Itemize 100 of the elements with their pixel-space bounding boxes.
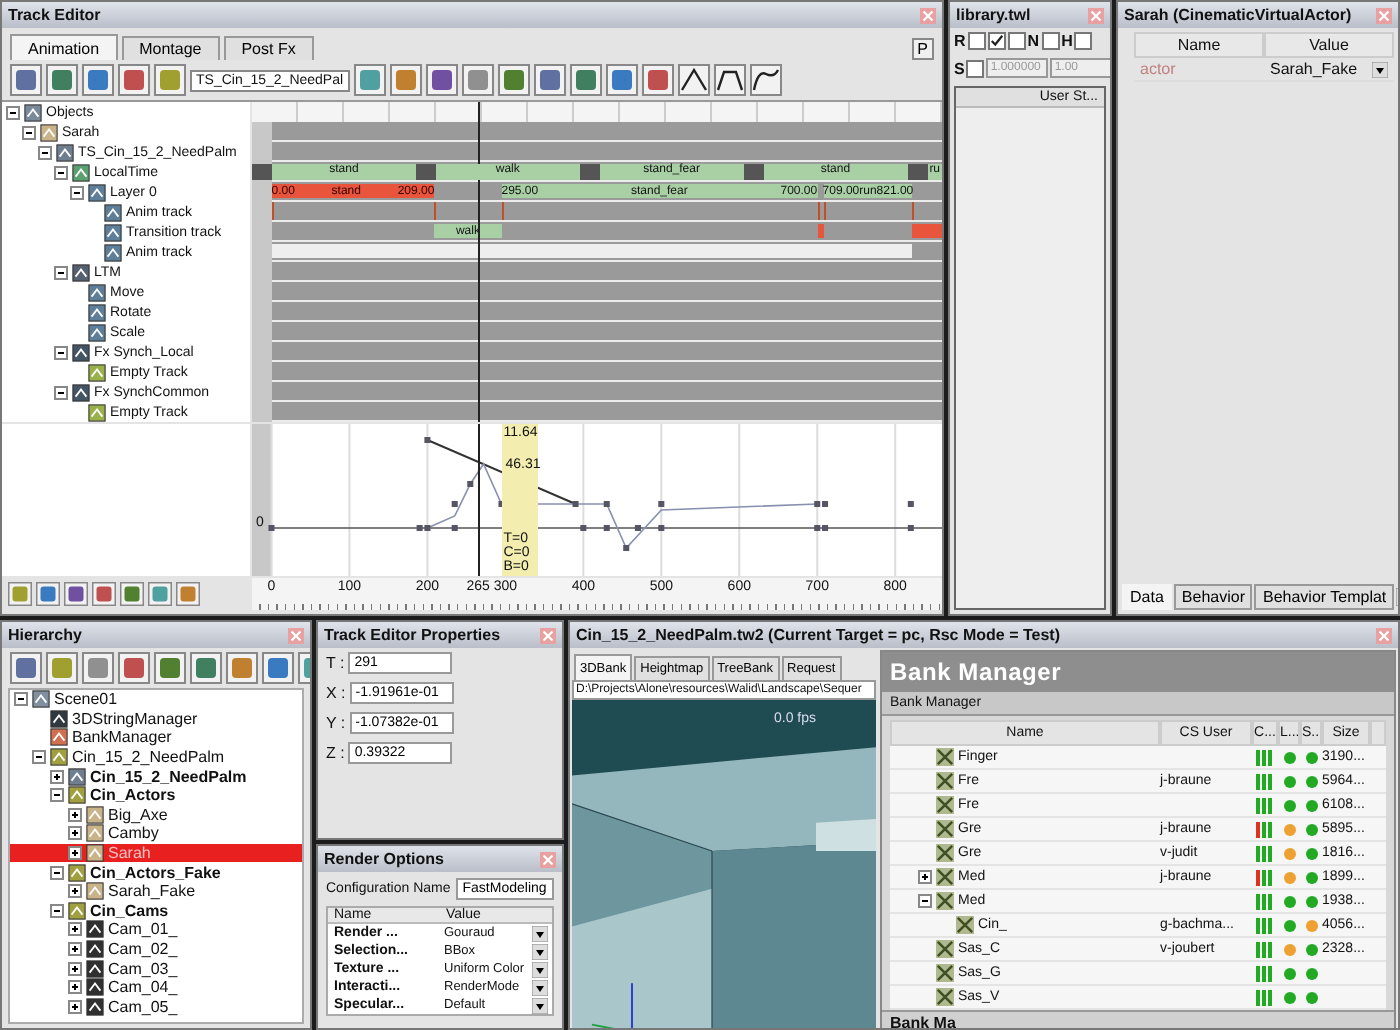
marker-line[interactable] <box>817 202 820 220</box>
toolbar-tile-icon[interactable] <box>262 652 294 684</box>
column-header[interactable]: Value <box>1264 32 1394 58</box>
expander-icon[interactable] <box>6 105 20 119</box>
toolbar-tile-icon[interactable] <box>190 652 222 684</box>
dropdown-arrow-icon[interactable] <box>532 997 548 1013</box>
expander-icon[interactable] <box>54 345 68 359</box>
hierarchy-item[interactable]: Cam_02_ <box>10 939 302 959</box>
toolbar-tile-icon[interactable] <box>226 652 258 684</box>
dropdown-arrow-icon[interactable] <box>532 925 548 941</box>
expander-icon[interactable] <box>68 807 82 822</box>
toolbar-tile-icon[interactable] <box>425 64 458 96</box>
checkbox[interactable] <box>1074 32 1093 50</box>
dropdown-arrow-icon[interactable] <box>532 979 548 995</box>
hierarchy-item[interactable]: BankManager <box>10 728 302 748</box>
expander-icon[interactable] <box>54 165 68 179</box>
expander-icon[interactable] <box>50 903 64 918</box>
curve-icon[interactable] <box>677 64 710 96</box>
tab[interactable]: Data <box>1122 584 1172 610</box>
dropdown-arrow-icon[interactable] <box>532 961 548 977</box>
checkbox[interactable] <box>1007 32 1026 50</box>
toolbar-tile-icon[interactable] <box>154 652 186 684</box>
playhead-line[interactable] <box>478 424 481 576</box>
expander-icon[interactable] <box>68 826 82 841</box>
toolbar-tile-icon[interactable] <box>10 652 42 684</box>
tab[interactable]: Montage <box>121 36 220 60</box>
key-block[interactable] <box>907 164 928 180</box>
toolbar-tile-icon[interactable] <box>569 64 602 96</box>
tab[interactable]: Animation <box>10 34 118 60</box>
hierarchy-item[interactable]: Cam_05_ <box>10 997 302 1017</box>
tab[interactable]: Behavior Templat <box>1254 584 1395 610</box>
toolbar-tile-icon[interactable] <box>82 652 114 684</box>
expander-icon[interactable] <box>32 750 46 765</box>
expander-icon[interactable] <box>918 894 932 908</box>
panel-tab[interactable]: Bank Ma <box>882 1010 1394 1028</box>
expander-icon[interactable] <box>68 999 82 1014</box>
toolbar-tile-icon[interactable] <box>120 582 144 606</box>
checkbox[interactable] <box>966 59 985 77</box>
marker-line[interactable] <box>501 202 504 220</box>
toolbar-tile-icon[interactable] <box>641 64 674 96</box>
hierarchy-item[interactable]: Cin_Cams <box>10 901 302 921</box>
toolbar-tile-icon[interactable] <box>64 582 88 606</box>
property-value[interactable]: Sarah_Fake <box>1264 58 1394 82</box>
playhead-line[interactable] <box>478 102 481 422</box>
marker-line[interactable] <box>824 202 827 220</box>
marker-line[interactable] <box>911 202 914 220</box>
expander-icon[interactable] <box>50 865 64 880</box>
expander-icon[interactable] <box>70 185 84 199</box>
toolbar-tile-icon[interactable] <box>92 582 116 606</box>
expander-icon[interactable] <box>68 846 82 861</box>
hierarchy-item[interactable]: 3DStringManager <box>10 709 302 729</box>
marker-line[interactable] <box>434 202 437 220</box>
dropdown-arrow-icon[interactable] <box>1372 61 1388 77</box>
toolbar-tile-icon[interactable] <box>118 64 150 96</box>
hierarchy-item[interactable]: Cin_15_2_NeedPalm <box>10 766 302 786</box>
hierarchy-item[interactable]: Cin_15_2_NeedPalm <box>10 747 302 767</box>
toolbar-tile-icon[interactable] <box>353 64 386 96</box>
toolbar-tile-icon[interactable] <box>46 652 78 684</box>
expander-icon[interactable] <box>50 788 64 803</box>
toolbar-tile-icon[interactable] <box>10 64 42 96</box>
toolbar-tile-icon[interactable] <box>148 582 172 606</box>
toolbar-tile-icon[interactable] <box>605 64 638 96</box>
hierarchy-item[interactable]: Camby <box>10 824 302 844</box>
toolbar-tile-icon[interactable] <box>176 582 200 606</box>
hierarchy-item[interactable]: Cam_04_ <box>10 977 302 997</box>
toolbar-tile-icon[interactable] <box>118 652 150 684</box>
toolbar-tile-icon[interactable] <box>461 64 494 96</box>
curve-icon[interactable] <box>749 64 782 96</box>
key-block[interactable] <box>743 164 764 180</box>
expander-icon[interactable] <box>54 265 68 279</box>
expander-icon[interactable] <box>22 125 36 139</box>
expander-icon[interactable] <box>54 385 68 399</box>
hierarchy-item[interactable]: Scene01 <box>10 690 302 710</box>
expander-icon[interactable] <box>50 769 64 784</box>
tab[interactable]: Post Fx <box>223 36 314 60</box>
toolbar-tile-icon[interactable] <box>389 64 422 96</box>
checkbox[interactable] <box>967 32 986 50</box>
key-block[interactable] <box>579 164 600 180</box>
expander-icon[interactable] <box>68 942 82 957</box>
curve-icon[interactable] <box>713 64 746 96</box>
active-clip[interactable] <box>911 224 942 238</box>
expander-icon[interactable] <box>918 870 932 884</box>
hierarchy-item[interactable]: Cam_03_ <box>10 958 302 978</box>
toolbar-tile-icon[interactable] <box>8 582 32 606</box>
column-header[interactable]: Name <box>1134 32 1264 58</box>
expander-icon[interactable] <box>68 884 82 899</box>
expander-icon[interactable] <box>14 692 28 707</box>
checkbox[interactable] <box>1041 32 1060 50</box>
toolbar-tile-icon[interactable] <box>46 64 78 96</box>
hierarchy-item[interactable]: Big_Axe <box>10 805 302 825</box>
toolbar-tile-icon[interactable] <box>533 64 566 96</box>
hierarchy-item[interactable]: Cin_Actors <box>10 785 302 806</box>
toolbar-tile-icon[interactable] <box>154 64 186 96</box>
toolbar-tile-icon[interactable] <box>36 582 60 606</box>
hierarchy-item[interactable]: Sarah_Fake <box>10 881 302 902</box>
marker-line[interactable] <box>271 202 274 220</box>
pin-button[interactable]: P <box>911 38 934 60</box>
key-block[interactable] <box>415 164 436 180</box>
expander-icon[interactable] <box>68 922 82 937</box>
expander-icon[interactable] <box>68 980 82 995</box>
